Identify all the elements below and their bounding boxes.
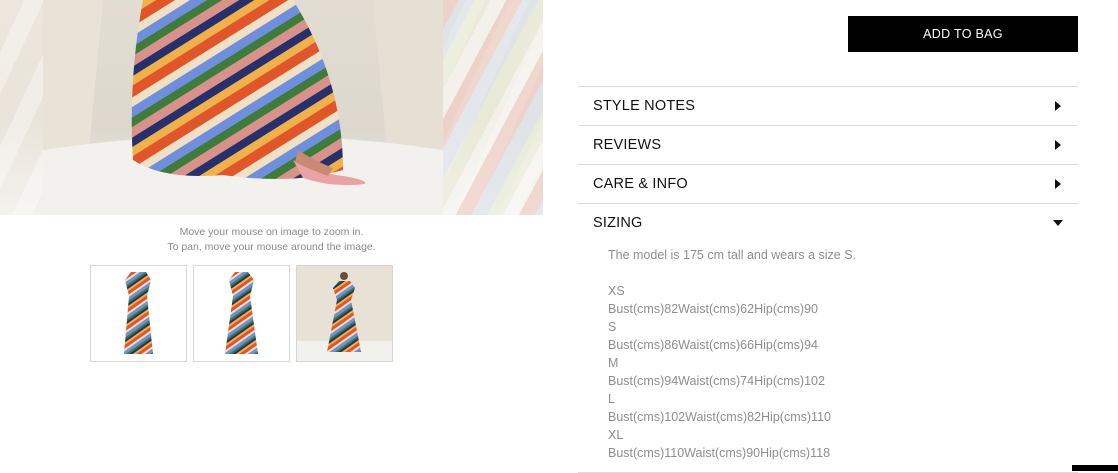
size-measurements: Bust(cms)86Waist(cms)66Hip(cms)94 [608, 338, 818, 352]
style-notes-title: STYLE NOTES [593, 98, 696, 114]
size-measurements: Bust(cms)102Waist(cms)82Hip(cms)110 [608, 410, 831, 424]
care-info-title: CARE & INFO [593, 176, 688, 192]
caret-right-icon [1055, 140, 1061, 150]
zoom-hint-line2: To pan, move your mouse around the image… [167, 241, 376, 253]
accordion-sizing: SIZING The model is 175 cm tall and wear… [578, 203, 1078, 472]
sizing-intro: The model is 175 cm tall and wears a siz… [608, 248, 857, 262]
thumbnail-dress-back[interactable] [193, 265, 290, 362]
reviews-toggle[interactable]: REVIEWS [578, 126, 1078, 164]
care-info-toggle[interactable]: CARE & INFO [578, 165, 1078, 203]
reviews-title: REVIEWS [593, 137, 662, 153]
product-info-accordion: STYLE NOTES REVIEWS CARE & INFO SIZING T… [578, 86, 1078, 473]
style-notes-toggle[interactable]: STYLE NOTES [578, 87, 1078, 125]
caret-right-icon [1055, 101, 1061, 111]
corner-widget[interactable] [1072, 465, 1118, 471]
zoom-hint-line1: Move your mouse on image to zoom in. [179, 226, 364, 238]
size-measurements: Bust(cms)94Waist(cms)74Hip(cms)102 [608, 374, 825, 388]
product-main-image[interactable] [43, 0, 443, 215]
size-label: XL [608, 428, 624, 442]
caret-down-icon [1053, 220, 1063, 226]
accordion-style-notes: STYLE NOTES [578, 86, 1078, 125]
add-to-bag-button[interactable]: ADD TO BAG [848, 16, 1078, 52]
size-measurements: Bust(cms)110Waist(cms)90Hip(cms)118 [608, 446, 831, 460]
sizing-title: SIZING [593, 215, 643, 231]
accordion-reviews: REVIEWS [578, 125, 1078, 164]
dress-back-image [225, 272, 258, 354]
size-label: S [608, 320, 617, 334]
caret-right-icon [1055, 179, 1061, 189]
size-label: L [608, 392, 615, 406]
size-label: XS [608, 284, 625, 298]
product-image-viewer[interactable] [0, 0, 543, 215]
sizing-content: The model is 175 cm tall and wears a siz… [578, 242, 1078, 472]
accordion-care-info: CARE & INFO [578, 164, 1078, 203]
dress-front-image [124, 272, 153, 354]
dress-model-image [297, 266, 392, 361]
thumbnail-dress-model[interactable] [296, 265, 393, 362]
dress-photo [43, 0, 443, 215]
sizing-toggle[interactable]: SIZING [578, 204, 1078, 242]
size-label: M [608, 356, 619, 370]
size-measurements: Bust(cms)82Waist(cms)62Hip(cms)90 [608, 302, 818, 316]
thumbnail-dress-front[interactable] [90, 265, 187, 362]
zoom-ghost-image [443, 0, 543, 215]
thumbnail-strip [90, 265, 393, 362]
